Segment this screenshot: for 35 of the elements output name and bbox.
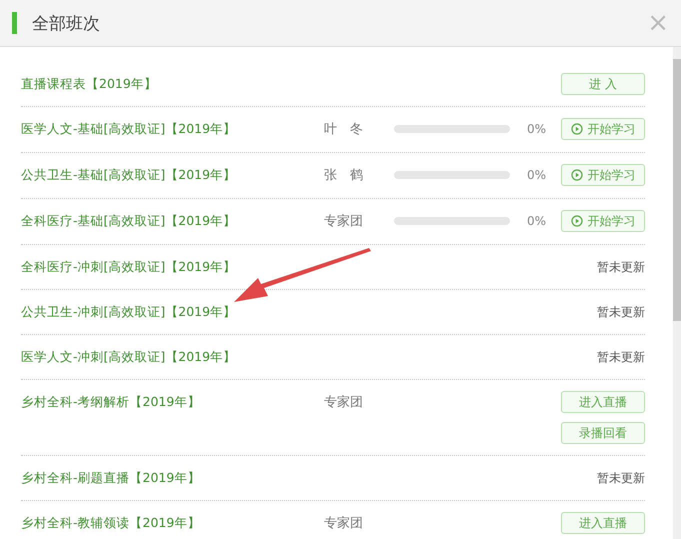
course-title[interactable]: 公共卫生-基础[高效取证]【2019年】 — [21, 164, 324, 186]
course-title[interactable]: 乡村全科-刷题直播【2019年】 — [21, 467, 324, 489]
course-title[interactable]: 乡村全科-教辅领读【2019年】 — [21, 512, 324, 534]
course-title[interactable]: 直播课程表【2019年】 — [21, 73, 324, 95]
action-button[interactable]: 开始学习 — [561, 164, 645, 186]
progress-percent: 0% — [526, 122, 546, 136]
teacher-name: 张 鹤 — [324, 168, 363, 183]
action-button[interactable]: 进入直播 — [561, 391, 645, 413]
action-button[interactable]: 录播回看 — [561, 422, 645, 444]
teacher-name: 专家团 — [324, 214, 363, 229]
course-title[interactable]: 全科医疗-冲刺[高效取证]【2019年】 — [21, 256, 324, 278]
teacher-name: 叶 冬 — [324, 122, 363, 137]
course-title[interactable]: 全科医疗-基础[高效取证]【2019年】 — [21, 210, 324, 232]
play-icon — [570, 123, 582, 135]
scrollbar[interactable] — [673, 47, 681, 539]
course-title[interactable]: 医学人文-基础[高效取证]【2019年】 — [21, 118, 324, 140]
play-icon — [570, 169, 582, 181]
action-button[interactable]: 开始学习 — [561, 210, 645, 232]
course-title[interactable]: 乡村全科-考纲解析【2019年】 — [21, 391, 324, 413]
status-text: 暂未更新 — [597, 304, 645, 321]
status-text: 暂未更新 — [597, 259, 645, 276]
teacher-name: 专家团 — [324, 395, 363, 410]
progress-percent: 0% — [526, 168, 546, 182]
course-title[interactable]: 医学人文-冲刺[高效取证]【2019年】 — [21, 346, 324, 368]
dialog-title: 全部班次 — [32, 12, 100, 34]
progress-percent: 0% — [526, 214, 546, 228]
action-button[interactable]: 进入直播 — [561, 512, 645, 534]
teacher-name: 专家团 — [324, 516, 363, 531]
action-button[interactable]: 进 入 — [561, 73, 645, 95]
play-icon — [570, 215, 582, 227]
status-text: 暂未更新 — [597, 349, 645, 366]
status-text: 暂未更新 — [597, 470, 645, 487]
accent-bar — [12, 12, 17, 34]
course-title[interactable]: 公共卫生-冲刺[高效取证]【2019年】 — [21, 301, 324, 323]
action-button[interactable]: 开始学习 — [561, 118, 645, 140]
